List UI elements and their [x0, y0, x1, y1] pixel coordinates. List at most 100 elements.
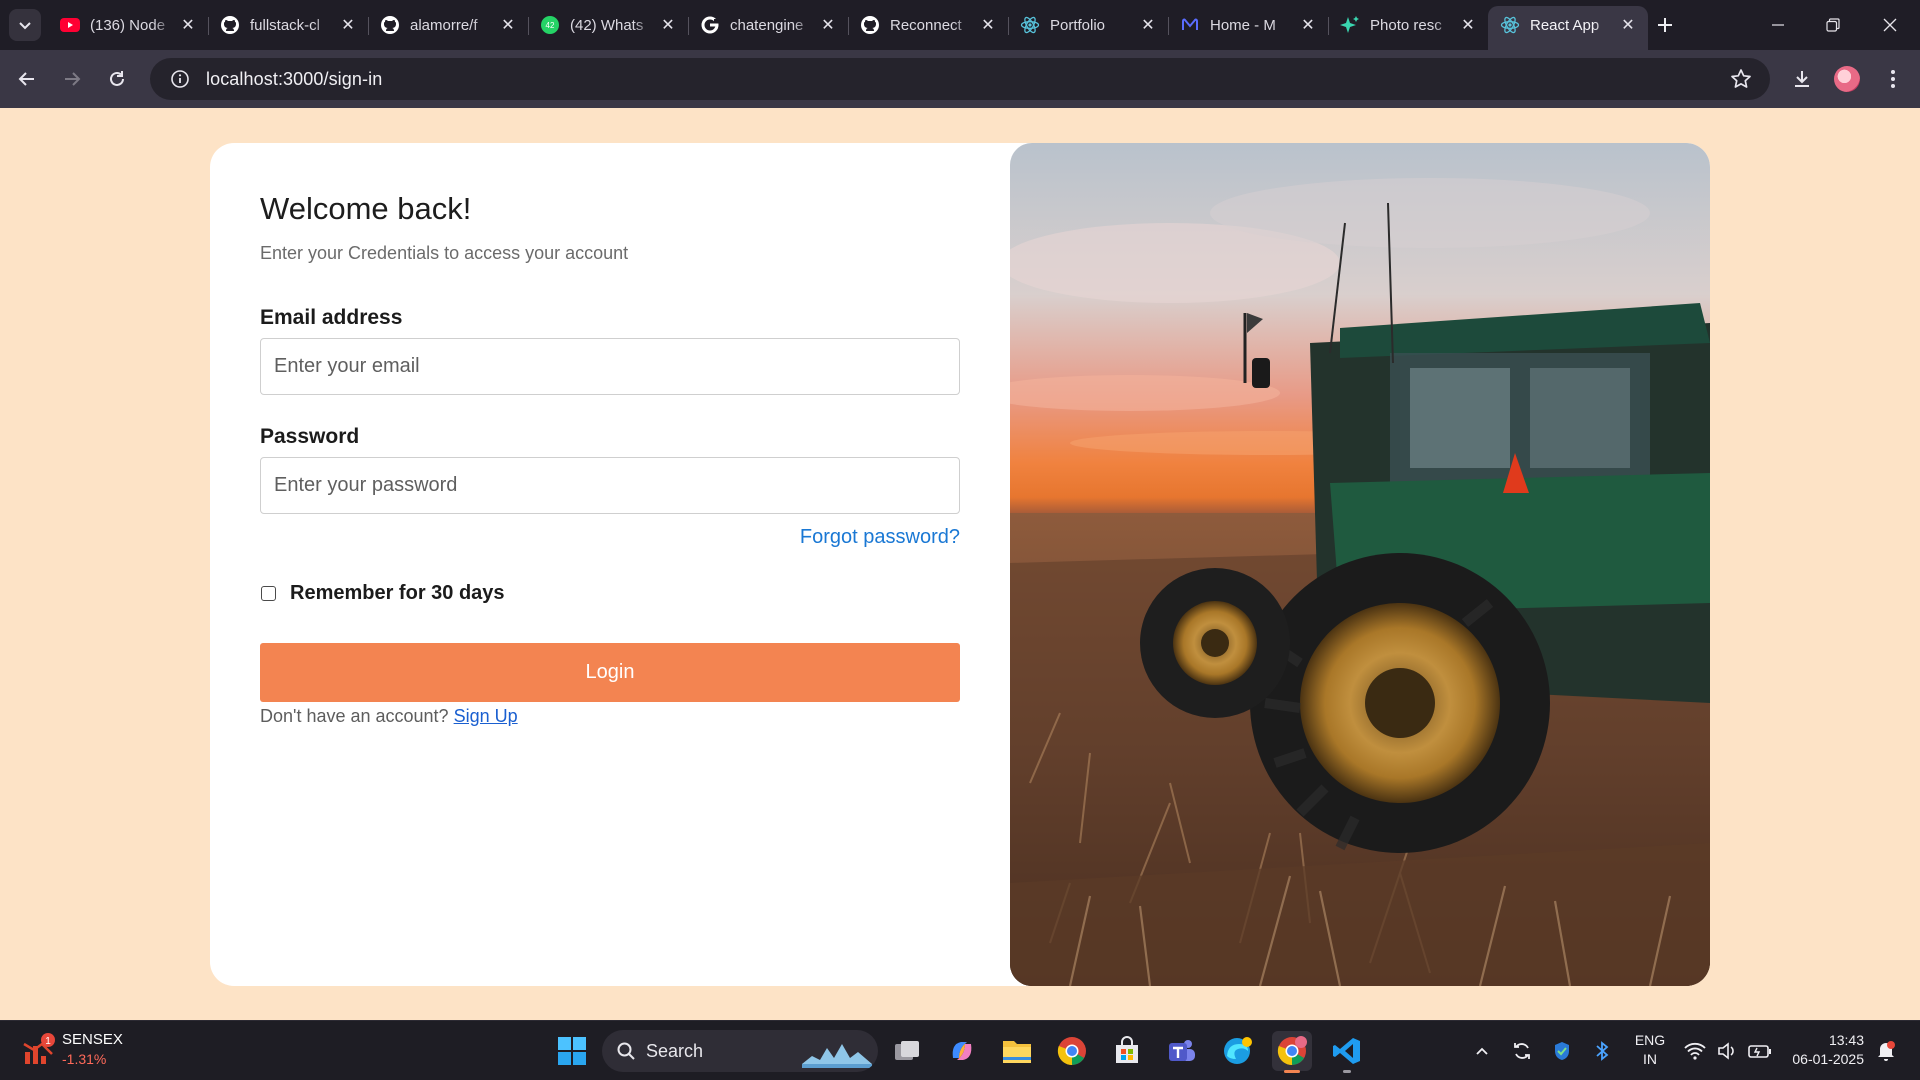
- teams-button[interactable]: [1162, 1031, 1202, 1071]
- tab-search-button[interactable]: [9, 9, 41, 41]
- close-window-button[interactable]: [1870, 8, 1910, 42]
- tab-meta[interactable]: Home - M ✕: [1168, 6, 1328, 44]
- bluetooth-tray-button[interactable]: [1582, 1031, 1622, 1071]
- downloads-button[interactable]: [1785, 62, 1819, 96]
- tab-github-alamorre[interactable]: alamorre/f ✕: [368, 6, 528, 44]
- tab-title: Photo resc: [1370, 16, 1442, 34]
- page-subtitle: Enter your Credentials to access your ac…: [260, 243, 629, 263]
- tab-title: Home - M: [1210, 16, 1276, 34]
- page-title: Welcome back!: [260, 191, 472, 226]
- notifications-button[interactable]: [1866, 1031, 1906, 1071]
- tab-title: alamorre/f: [410, 16, 478, 34]
- sign-in-form: Welcome back! Enter your Credentials to …: [260, 191, 960, 727]
- file-explorer-button[interactable]: [997, 1031, 1037, 1071]
- language-indicator[interactable]: ENG IN: [1622, 1031, 1678, 1069]
- close-icon[interactable]: ✕: [658, 15, 678, 35]
- browser-toolbar: localhost:3000/sign-in: [0, 50, 1920, 108]
- restore-icon: [1826, 18, 1840, 32]
- restore-button[interactable]: [1813, 8, 1853, 42]
- vscode-icon: [1333, 1038, 1360, 1064]
- password-field[interactable]: [260, 457, 960, 514]
- tabs: (136) Node ✕ fullstack-cl ✕ alamorre/f ✕…: [48, 6, 1648, 50]
- more-vertical-icon: [1891, 70, 1895, 88]
- close-icon[interactable]: ✕: [1458, 15, 1478, 35]
- close-icon[interactable]: ✕: [498, 15, 518, 35]
- windows-start-icon: [558, 1037, 586, 1065]
- back-button[interactable]: [10, 62, 44, 96]
- address-bar[interactable]: localhost:3000/sign-in: [150, 58, 1770, 100]
- copilot-button[interactable]: [942, 1031, 982, 1071]
- tab-title: Portfolio: [1050, 16, 1106, 34]
- taskbar-search[interactable]: Search: [602, 1030, 878, 1072]
- chrome-profile-button[interactable]: [1272, 1031, 1312, 1073]
- signup-prompt: Don't have an account? Sign Up: [260, 706, 960, 727]
- close-icon[interactable]: ✕: [1138, 15, 1158, 35]
- avatar: [1834, 66, 1860, 92]
- forgot-password-link[interactable]: Forgot password?: [260, 526, 960, 549]
- plus-icon: [1658, 18, 1672, 32]
- security-tray-button[interactable]: [1542, 1031, 1582, 1071]
- clock[interactable]: 13:43 06-01-2025: [1778, 1031, 1864, 1069]
- new-tab-button[interactable]: [1650, 9, 1680, 41]
- email-field[interactable]: [260, 338, 960, 395]
- tab-github-fullstack[interactable]: fullstack-cl ✕: [208, 6, 368, 44]
- remember-label[interactable]: Remember for 30 days: [290, 582, 505, 605]
- tab-title: Reconnect: [890, 16, 962, 34]
- edge-button[interactable]: [1217, 1031, 1257, 1071]
- arrow-right-icon: [65, 72, 81, 86]
- start-button[interactable]: [552, 1031, 592, 1071]
- profile-button[interactable]: [1830, 62, 1864, 96]
- close-icon[interactable]: ✕: [1298, 15, 1318, 35]
- close-icon[interactable]: ✕: [978, 15, 998, 35]
- remember-checkbox[interactable]: [261, 586, 276, 601]
- file-explorer-icon: [1003, 1041, 1031, 1063]
- show-hidden-icons-button[interactable]: [1462, 1031, 1502, 1071]
- close-icon[interactable]: ✕: [178, 15, 198, 35]
- time-text: 13:43: [1828, 1032, 1864, 1048]
- wifi-icon: [1684, 1042, 1706, 1060]
- tab-portfolio[interactable]: Portfolio ✕: [1008, 6, 1168, 44]
- chevron-down-icon: [19, 22, 31, 30]
- tab-photo-restore[interactable]: Photo resc ✕: [1328, 6, 1488, 44]
- download-icon: [1795, 71, 1809, 87]
- tab-react-app[interactable]: React App ✕: [1488, 6, 1648, 50]
- forward-button[interactable]: [55, 62, 89, 96]
- minimize-button[interactable]: [1758, 8, 1798, 42]
- search-label: Search: [646, 1040, 704, 1061]
- chrome-button[interactable]: [1052, 1031, 1092, 1071]
- tab-whatsapp[interactable]: 42 (42) Whats ✕: [528, 6, 688, 44]
- sign-in-card: Welcome back! Enter your Credentials to …: [210, 143, 1710, 986]
- sync-tray-button[interactable]: [1502, 1031, 1542, 1071]
- shield-icon: [1555, 1042, 1569, 1060]
- bookmark-star-icon[interactable]: [1730, 68, 1752, 95]
- browser-menu-button[interactable]: [1876, 62, 1910, 96]
- open-indicator: [1343, 1070, 1351, 1073]
- close-icon[interactable]: ✕: [1618, 15, 1638, 35]
- close-icon[interactable]: ✕: [338, 15, 358, 35]
- whatsapp-icon: 42: [540, 15, 560, 35]
- site-info-icon[interactable]: [160, 69, 200, 89]
- tab-title: (42) Whats: [570, 16, 644, 34]
- login-button[interactable]: Login: [260, 643, 960, 702]
- store-button[interactable]: [1107, 1031, 1147, 1071]
- stock-widget[interactable]: 1 SENSEX -1.31%: [22, 1031, 123, 1067]
- close-icon[interactable]: ✕: [818, 15, 838, 35]
- svg-text:42: 42: [546, 21, 555, 30]
- taskbar: 1 SENSEX -1.31% Search ENG IN 13:43 06-0…: [0, 1020, 1920, 1080]
- quick-settings-button[interactable]: [1678, 1031, 1778, 1071]
- signup-prompt-text: Don't have an account?: [260, 706, 449, 726]
- meta-icon: [1180, 15, 1200, 35]
- volume-icon: [1718, 1042, 1734, 1060]
- tab-google[interactable]: chatengine ✕: [688, 6, 848, 44]
- search-icon: [617, 1042, 635, 1060]
- tab-github-reconnect[interactable]: Reconnect ✕: [848, 6, 1008, 44]
- reload-button[interactable]: [100, 62, 134, 96]
- task-view-button[interactable]: [887, 1031, 927, 1071]
- tab-youtube[interactable]: (136) Node ✕: [48, 6, 208, 44]
- chrome-profile-icon: [1277, 1036, 1307, 1066]
- signup-link[interactable]: Sign Up: [454, 706, 518, 726]
- vscode-button[interactable]: [1327, 1031, 1367, 1073]
- url-text[interactable]: localhost:3000/sign-in: [206, 69, 382, 90]
- react-icon: [1500, 15, 1520, 35]
- hero-image: [1010, 143, 1710, 986]
